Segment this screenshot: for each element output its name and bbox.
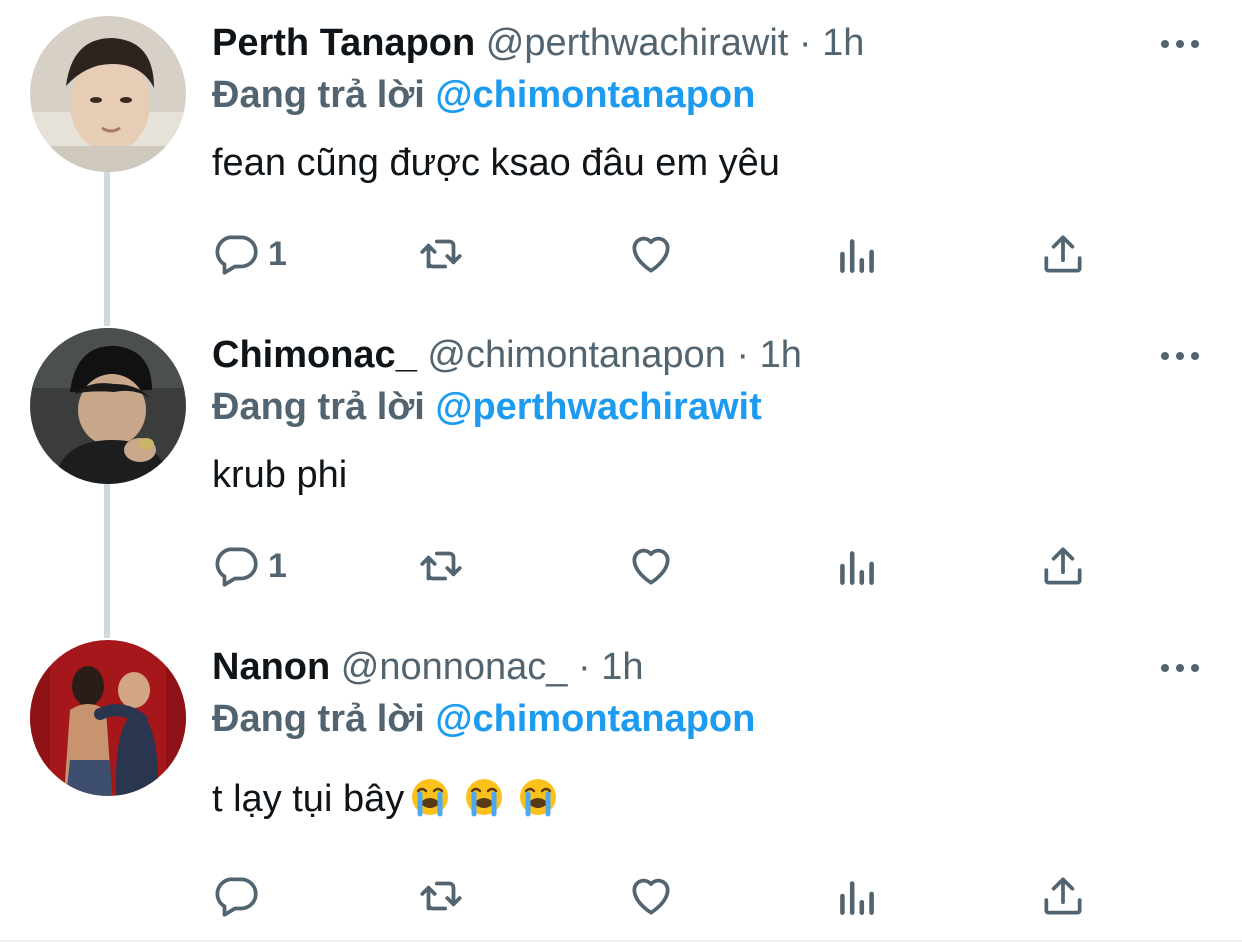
- views-icon: [832, 229, 882, 279]
- share-button[interactable]: [1038, 536, 1088, 596]
- avatar[interactable]: [30, 16, 186, 172]
- retweet-icon: [416, 871, 466, 921]
- reply-icon: [212, 871, 262, 921]
- crying-face-emoji-icon: [410, 777, 450, 817]
- retweet-button[interactable]: [416, 536, 466, 596]
- tweet-actions: 1: [212, 536, 1112, 596]
- timestamp[interactable]: 1h: [760, 334, 802, 376]
- reply-button[interactable]: 1: [212, 224, 287, 284]
- more-icon[interactable]: [1158, 648, 1202, 688]
- display-name[interactable]: Nanon: [212, 646, 330, 688]
- crying-face-emoji-icon: [464, 777, 504, 817]
- share-button[interactable]: [1038, 866, 1088, 926]
- separator-dot: ·: [578, 646, 591, 688]
- retweet-icon: [416, 229, 466, 279]
- user-handle[interactable]: @nonnonac_: [341, 646, 568, 688]
- tweet[interactable]: Nanon @nonnonac_ · 1h Đang trả lời @chim…: [0, 624, 1242, 936]
- tweet-text-row: t lạy tụi bây: [212, 774, 558, 824]
- tweet-actions: 1: [212, 224, 1112, 284]
- replying-to-label: Đang trả lời: [212, 386, 425, 428]
- tweet-text: t lạy tụi bây: [212, 778, 405, 820]
- more-icon[interactable]: [1158, 24, 1202, 64]
- user-handle[interactable]: @chimontanapon: [427, 334, 725, 376]
- separator-dot: ·: [798, 22, 812, 64]
- timestamp[interactable]: 1h: [822, 22, 864, 64]
- replying-to-label: Đang trả lời: [212, 698, 425, 740]
- retweet-icon: [416, 541, 466, 591]
- like-icon: [626, 229, 676, 279]
- tweet[interactable]: Chimonac_ @chimontanapon · 1h Đang trả l…: [0, 312, 1242, 624]
- share-button[interactable]: [1038, 224, 1088, 284]
- display-name[interactable]: Chimonac_: [212, 334, 417, 376]
- retweet-button[interactable]: [416, 224, 466, 284]
- replying-to-line: Đang trả lời @chimontanapon: [212, 694, 755, 744]
- views-button[interactable]: [832, 224, 882, 284]
- reply-button[interactable]: [212, 866, 268, 926]
- avatar[interactable]: [30, 640, 186, 796]
- replying-to-label: Đang trả lời: [212, 74, 425, 116]
- views-button[interactable]: [832, 536, 882, 596]
- more-icon[interactable]: [1158, 336, 1202, 376]
- avatar[interactable]: [30, 328, 186, 484]
- share-icon: [1038, 541, 1088, 591]
- tweet[interactable]: Perth Tanapon @perthwachirawit · 1h Đang…: [0, 0, 1242, 312]
- like-button[interactable]: [626, 224, 676, 284]
- replying-to-line: Đang trả lời @chimontanapon: [212, 70, 755, 120]
- share-icon: [1038, 871, 1088, 921]
- reply-icon: [212, 229, 262, 279]
- replying-to-line: Đang trả lời @perthwachirawit: [212, 382, 762, 432]
- mention-link[interactable]: @chimontanapon: [435, 74, 755, 116]
- tweet-actions: [212, 866, 1112, 926]
- reply-count: 1: [268, 546, 287, 585]
- share-icon: [1038, 229, 1088, 279]
- display-name[interactable]: Perth Tanapon: [212, 22, 475, 64]
- divider: [0, 940, 1242, 942]
- reply-icon: [212, 541, 262, 591]
- separator-dot: ·: [736, 334, 750, 376]
- like-button[interactable]: [626, 536, 676, 596]
- like-button[interactable]: [626, 866, 676, 926]
- views-icon: [832, 871, 882, 921]
- mention-link[interactable]: @chimontanapon: [435, 698, 755, 740]
- tweet-text: krub phi: [212, 454, 348, 496]
- user-handle[interactable]: @perthwachirawit: [486, 22, 789, 64]
- tweet-text: fean cũng được ksao đâu em yêu: [212, 142, 780, 184]
- mention-link[interactable]: @perthwachirawit: [435, 386, 761, 428]
- retweet-button[interactable]: [416, 866, 466, 926]
- like-icon: [626, 871, 676, 921]
- reply-button[interactable]: 1: [212, 536, 287, 596]
- timestamp[interactable]: 1h: [601, 646, 643, 688]
- views-icon: [832, 541, 882, 591]
- like-icon: [626, 541, 676, 591]
- views-button[interactable]: [832, 866, 882, 926]
- reply-count: 1: [268, 234, 287, 273]
- crying-face-emoji-icon: [518, 777, 558, 817]
